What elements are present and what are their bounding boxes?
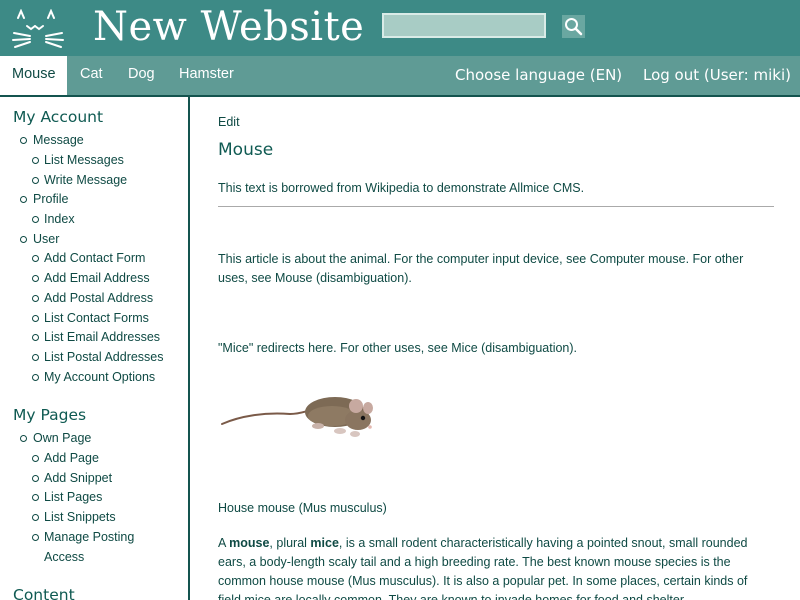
sidebar-item-access[interactable]: Access bbox=[44, 550, 84, 564]
text-run: A bbox=[218, 536, 230, 550]
bullet-icon bbox=[32, 334, 39, 341]
sidebar-item-add-email-address[interactable]: Add Email Address bbox=[44, 271, 150, 285]
redirect-note: "Mice" redirects here. For other uses, s… bbox=[218, 341, 578, 355]
bold-term-mice: mice bbox=[310, 536, 339, 550]
search-icon bbox=[565, 18, 583, 36]
article-line-3: common house mouse (Mus musculus). It is… bbox=[218, 574, 748, 588]
tab-dog[interactable]: Dog bbox=[128, 56, 155, 95]
sidebar-item-message[interactable]: Message bbox=[33, 133, 84, 147]
bullet-icon bbox=[32, 494, 39, 501]
sidebar-item-add-snippet[interactable]: Add Snippet bbox=[44, 471, 112, 485]
article-line-2: ears, a body-length scaly tail and a hig… bbox=[218, 555, 731, 569]
text-run: , is a small rodent characteristically h… bbox=[338, 536, 748, 550]
bullet-icon bbox=[20, 236, 27, 243]
tab-mouse[interactable]: Mouse bbox=[0, 56, 67, 95]
sidebar-item-profile[interactable]: Profile bbox=[33, 192, 68, 206]
sidebar-item-list-postal-addresses[interactable]: List Postal Addresses bbox=[44, 350, 164, 364]
sidebar-item-own-page[interactable]: Own Page bbox=[33, 431, 91, 445]
mouse-image bbox=[221, 397, 373, 437]
sidebar-item-list-messages[interactable]: List Messages bbox=[44, 153, 124, 167]
main-nav: Mouse Cat Dog Hamster Choose language (E… bbox=[0, 56, 800, 97]
language-selector[interactable]: Choose language (EN) bbox=[455, 56, 622, 95]
sidebar-item-add-postal-address[interactable]: Add Postal Address bbox=[44, 291, 153, 305]
bullet-icon bbox=[32, 534, 39, 541]
bullet-icon bbox=[32, 374, 39, 381]
sidebar-item-manage-posting[interactable]: Manage Posting bbox=[44, 530, 134, 544]
bullet-icon bbox=[32, 255, 39, 262]
hatnote-line-1: This article is about the animal. For th… bbox=[218, 252, 744, 266]
logout-link[interactable]: Log out (User: miki) bbox=[643, 56, 791, 95]
sidebar: My Account Message List Messages Write M… bbox=[0, 97, 190, 600]
main-content: Edit Mouse This text is borrowed from Wi… bbox=[190, 97, 800, 600]
search-input[interactable] bbox=[382, 13, 546, 38]
bullet-icon bbox=[32, 295, 39, 302]
sidebar-item-list-snippets[interactable]: List Snippets bbox=[44, 510, 116, 524]
article-line-4: field mice are locally common. They are … bbox=[218, 593, 687, 600]
bullet-icon bbox=[32, 475, 39, 482]
text-run: , plural bbox=[269, 536, 311, 550]
divider bbox=[218, 206, 774, 207]
bullet-icon bbox=[32, 275, 39, 282]
sidebar-heading-my-pages: My Pages bbox=[13, 406, 87, 424]
sidebar-item-list-contact-forms[interactable]: List Contact Forms bbox=[44, 311, 149, 325]
tab-cat[interactable]: Cat bbox=[80, 56, 103, 95]
sidebar-item-my-account-options[interactable]: My Account Options bbox=[44, 370, 155, 384]
bullet-icon bbox=[20, 137, 27, 144]
bullet-icon bbox=[32, 354, 39, 361]
edit-link[interactable]: Edit bbox=[218, 113, 240, 132]
sidebar-item-list-pages[interactable]: List Pages bbox=[44, 490, 102, 504]
page-title: Mouse bbox=[218, 140, 274, 160]
intro-text: This text is borrowed from Wikipedia to … bbox=[218, 181, 585, 195]
site-title[interactable]: New Website bbox=[93, 4, 364, 50]
bullet-icon bbox=[20, 435, 27, 442]
bullet-icon bbox=[32, 157, 39, 164]
sidebar-item-user[interactable]: User bbox=[33, 232, 59, 246]
hatnote-line-2: uses, see Mouse (disambiguation). bbox=[218, 271, 412, 285]
sidebar-item-index[interactable]: Index bbox=[44, 212, 75, 226]
bullet-icon bbox=[32, 216, 39, 223]
sidebar-item-add-page[interactable]: Add Page bbox=[44, 451, 99, 465]
bullet-icon bbox=[20, 196, 27, 203]
search-button[interactable] bbox=[562, 15, 585, 38]
sidebar-heading-content: Content bbox=[13, 586, 75, 600]
tab-hamster[interactable]: Hamster bbox=[179, 56, 234, 95]
bullet-icon bbox=[32, 514, 39, 521]
bullet-icon bbox=[32, 315, 39, 322]
image-caption: House mouse (Mus musculus) bbox=[218, 501, 387, 515]
bullet-icon bbox=[32, 177, 39, 184]
sidebar-item-add-contact-form[interactable]: Add Contact Form bbox=[44, 251, 145, 265]
bold-term-mouse: mouse bbox=[229, 536, 270, 550]
cat-face-icon[interactable] bbox=[12, 9, 64, 51]
sidebar-item-list-email-addresses[interactable]: List Email Addresses bbox=[44, 330, 160, 344]
sidebar-heading-my-account: My Account bbox=[13, 108, 104, 126]
bullet-icon bbox=[32, 455, 39, 462]
sidebar-item-write-message[interactable]: Write Message bbox=[44, 173, 127, 187]
site-header: New Website bbox=[0, 0, 800, 56]
article-line-1: A mouse, plural mice, is a small rodent … bbox=[218, 534, 747, 553]
